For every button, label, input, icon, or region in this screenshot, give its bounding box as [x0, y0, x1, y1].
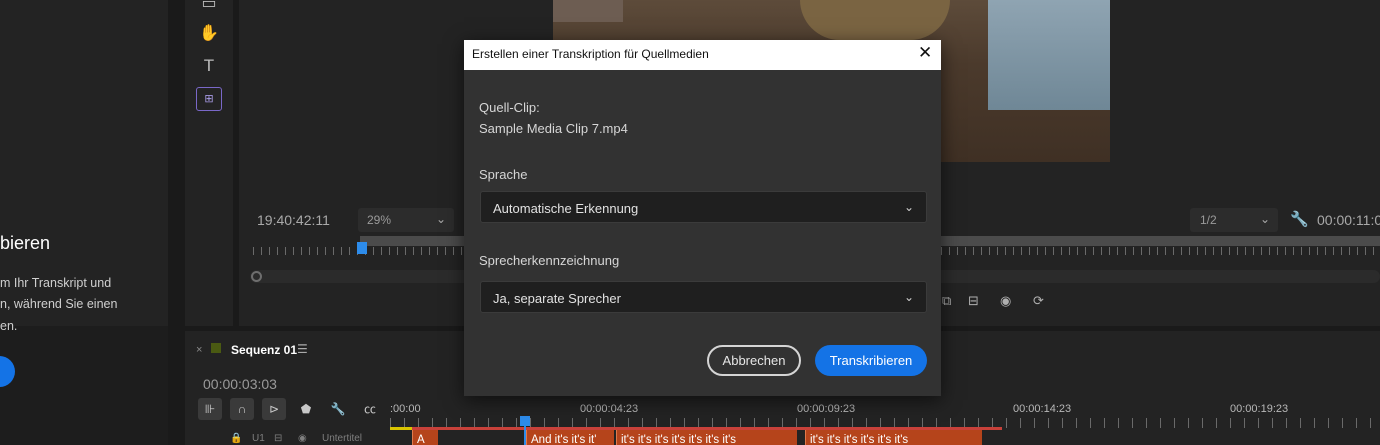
resolution-value: 1/2 [1200, 213, 1217, 227]
monitor-playhead[interactable] [357, 242, 367, 254]
ruler-time-label: 00:00:04:23 [580, 403, 639, 415]
duration-timecode: 00:00:11:0 [1317, 212, 1380, 228]
type-tool-icon[interactable]: T [199, 56, 219, 76]
cancel-button[interactable]: Abbrechen [707, 345, 801, 376]
caption-clip[interactable]: And it's it's it' [526, 430, 614, 445]
captions-icon[interactable]: ㏄ [358, 398, 382, 420]
ruler-time-label: :00:00 [390, 403, 421, 415]
track-header[interactable]: 🔒 U1 ⊟ ◉ Untertitel [196, 432, 390, 445]
chevron-down-icon: ⌄ [435, 212, 446, 226]
caption-tool-icon[interactable]: ⊞ [196, 87, 222, 111]
language-select[interactable]: Automatische Erkennung ⌄ [480, 191, 927, 223]
overwrite-icon[interactable]: ⊟ [968, 293, 979, 309]
panel-divider [168, 0, 185, 445]
speaker-select[interactable]: Ja, separate Sprecher ⌄ [480, 281, 927, 313]
zoom-select[interactable]: 29% ⌄ [358, 208, 454, 232]
playhead-timecode[interactable]: 19:40:42:11 [257, 212, 330, 228]
ruler-time-label: 00:00:14:23 [1013, 403, 1072, 415]
sequence-color-swatch [211, 343, 221, 353]
video-content [800, 0, 950, 40]
wrench-icon[interactable]: 🔧 [326, 398, 350, 420]
video-content [553, 0, 623, 22]
timeline-playhead[interactable] [520, 416, 530, 426]
scrollbar-handle[interactable] [251, 271, 262, 282]
linked-selection-icon[interactable]: ⊳ [262, 398, 286, 420]
insert-icon[interactable]: ⧉ [942, 293, 951, 309]
chevron-down-icon: ⌄ [903, 200, 914, 214]
panel-heading: bieren [0, 233, 51, 253]
nest-icon[interactable]: ⊪ [198, 398, 222, 420]
sequence-tab[interactable]: Sequenz 01 [231, 343, 297, 357]
ruler-time-label: 00:00:19:23 [1230, 403, 1289, 415]
close-icon[interactable]: × [196, 344, 202, 356]
chevron-down-icon: ⌄ [1259, 212, 1270, 226]
language-value: Automatische Erkennung [493, 201, 639, 216]
speaker-label: Sprecherkennzeichnung [479, 253, 620, 268]
track-name: Untertitel [322, 433, 363, 444]
dialog-title: Erstellen einer Transkription für Quellm… [472, 47, 709, 61]
sync-lock-icon[interactable]: ⊟ [274, 433, 282, 444]
close-icon[interactable]: ✕ [918, 43, 932, 63]
ruler-time-label: 00:00:09:23 [797, 403, 856, 415]
language-label: Sprache [479, 167, 528, 182]
rectangle-tool-icon[interactable]: ▭ [199, 0, 219, 14]
source-clip-label: Quell-Clip: [479, 100, 540, 115]
marker-icon[interactable]: ⬟ [294, 398, 318, 420]
snap-magnet-icon[interactable]: ∩ [230, 398, 254, 420]
caption-clip[interactable]: A [412, 430, 438, 445]
caption-clip[interactable]: it's it's it's it's it's it's [805, 430, 982, 445]
transcribe-start-button[interactable] [0, 356, 15, 387]
caption-clip[interactable]: it's it's it's it's it's it's it's [616, 430, 797, 445]
panel-text-line: en. [0, 319, 18, 333]
eye-icon[interactable]: ◉ [298, 433, 307, 444]
transcribe-button[interactable]: Transkribieren [815, 345, 927, 376]
source-clip-value: Sample Media Clip 7.mp4 [479, 121, 628, 136]
zoom-value: 29% [367, 213, 392, 227]
timeline-timecode[interactable]: 00:00:03:03 [203, 376, 277, 392]
tools-panel [185, 0, 233, 326]
menu-icon[interactable]: ☰ [297, 342, 308, 356]
resolution-select[interactable]: 1/2 ⌄ [1190, 208, 1278, 232]
chevron-down-icon: ⌄ [903, 290, 914, 304]
comparison-icon[interactable]: ⟳ [1033, 293, 1044, 309]
panel-text-line: m Ihr Transkript und [0, 276, 112, 290]
track-id: U1 [252, 433, 265, 444]
panel-text-line: n, während Sie einen [0, 297, 118, 311]
hand-tool-icon[interactable]: ✋ [199, 24, 219, 44]
speaker-value: Ja, separate Sprecher [493, 291, 621, 306]
video-content [988, 0, 1110, 110]
camera-icon[interactable]: ◉ [1000, 293, 1011, 309]
lock-icon[interactable]: 🔒 [230, 433, 242, 444]
settings-wrench-icon[interactable]: 🔧 [1290, 210, 1309, 228]
